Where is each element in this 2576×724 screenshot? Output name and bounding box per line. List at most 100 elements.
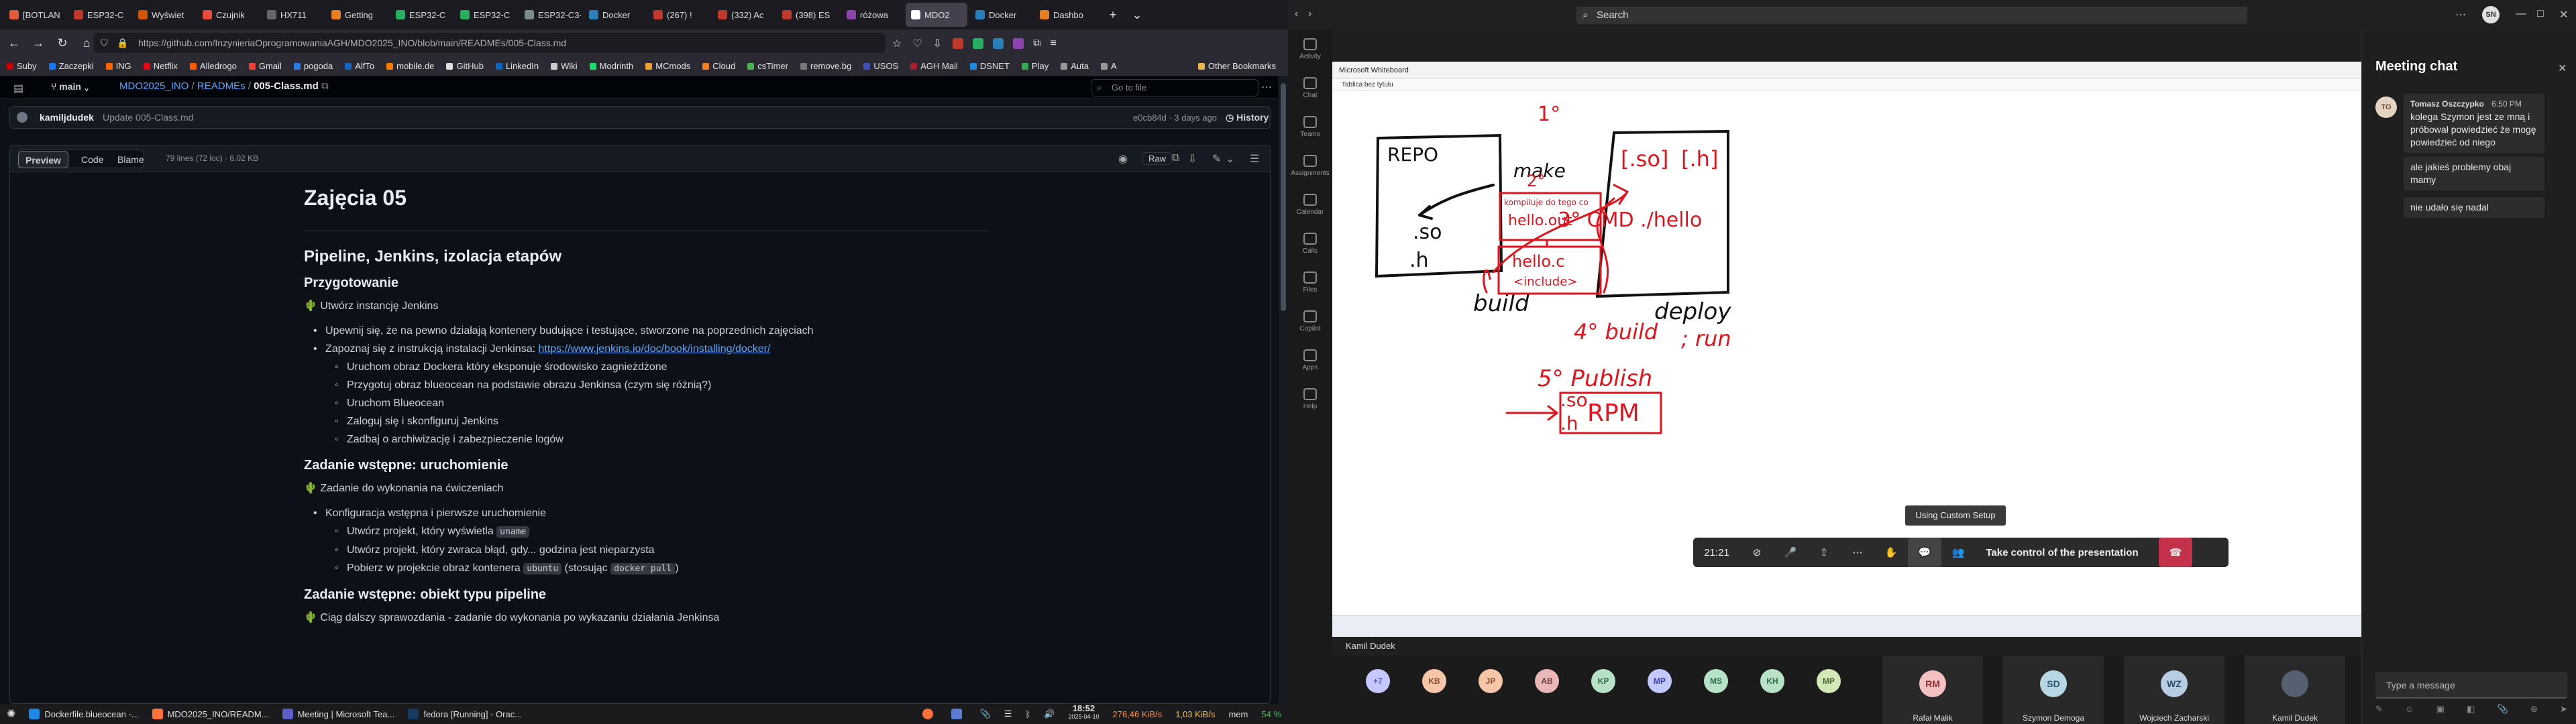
participant-avatar[interactable]: MP: [1648, 669, 1672, 693]
new-tab-button[interactable]: +: [1103, 5, 1123, 25]
history-button[interactable]: ◷ History: [1226, 112, 1269, 123]
extension-icon[interactable]: [973, 38, 984, 49]
browser-tab[interactable]: [BOTLAN: [4, 3, 66, 27]
browser-tab[interactable]: Docker: [584, 3, 645, 27]
rail-item[interactable]: Apps: [1288, 341, 1332, 379]
bookmark-item[interactable]: MCmods: [645, 61, 690, 71]
browser-tab[interactable]: (398) ES: [777, 3, 839, 27]
close-icon[interactable]: ✕: [2559, 8, 2568, 21]
bookmark-item[interactable]: Zaczepki: [48, 61, 94, 71]
bookmark-item[interactable]: GitHub: [446, 61, 484, 71]
search-input[interactable]: ⌕ Search: [1576, 7, 2247, 24]
bookmark-item[interactable]: Modrinth: [589, 61, 633, 71]
tab-list-chevron-icon[interactable]: ⌄: [1127, 5, 1147, 25]
tab-code[interactable]: Code: [74, 151, 110, 168]
tab-preview[interactable]: Preview: [18, 151, 68, 168]
other-bookmarks[interactable]: Other Bookmarks: [1197, 61, 1276, 71]
browser-tab[interactable]: (332) Ac: [712, 3, 774, 27]
bookmark-item[interactable]: mobile.de: [386, 61, 434, 71]
clock[interactable]: 18:52 2025-04-10: [1061, 704, 1106, 724]
whiteboard-canvas[interactable]: REPO make .so .h build deploy 1° [.so] […: [1332, 91, 2361, 615]
minimize-icon[interactable]: —: [2516, 8, 2526, 20]
shield-icon[interactable]: ⛉: [101, 33, 108, 53]
maximize-icon[interactable]: □: [2537, 8, 2544, 20]
rail-item[interactable]: Calls: [1288, 224, 1332, 263]
copy-path-icon[interactable]: ⧉: [321, 80, 329, 92]
browser-tab[interactable]: ESP32-C3-2: [519, 3, 581, 27]
bookmark-item[interactable]: csTimer: [747, 61, 788, 71]
sidebar-toggle-icon[interactable]: ▤: [13, 82, 23, 95]
close-icon[interactable]: ✕: [2558, 62, 2567, 75]
bookmark-item[interactable]: ING: [105, 61, 131, 71]
bookmark-item[interactable]: Wiki: [551, 61, 578, 71]
taskbar-window[interactable]: Meeting | Microsoft Tea...: [276, 704, 402, 724]
rail-item[interactable]: Copilot: [1288, 302, 1332, 341]
go-to-file-input[interactable]: ⌕ Go to file: [1091, 79, 1258, 97]
hang-up-icon[interactable]: ☎: [2159, 538, 2192, 567]
bookmark-item[interactable]: Netflix: [143, 61, 178, 71]
bluetooth-icon[interactable]: ᛒ: [1018, 704, 1037, 724]
more-icon[interactable]: ⋯: [1841, 538, 1874, 567]
outline-icon[interactable]: ☰: [1250, 152, 1259, 166]
rail-item[interactable]: Files: [1288, 263, 1332, 302]
taskbar-window[interactable]: Dockerfile.blueocean -...: [22, 704, 145, 724]
take-control-button[interactable]: Take control of the presentation: [1975, 538, 2149, 567]
avatar[interactable]: SN: [2482, 6, 2500, 23]
start-menu-icon[interactable]: ✺: [0, 704, 22, 724]
lock-icon[interactable]: 🔒: [117, 33, 128, 53]
bookmark-item[interactable]: DSNET: [969, 61, 1010, 71]
more-icon[interactable]: ⊕: [2530, 704, 2538, 717]
chat-icon[interactable]: 💬: [1908, 538, 1941, 567]
copilot-icon[interactable]: ◉: [1118, 152, 1128, 166]
participant-tile[interactable]: Kamil Dudek: [2245, 656, 2345, 724]
bookmark-item[interactable]: Auta: [1061, 61, 1089, 71]
bookmark-item[interactable]: Alledrogo: [189, 61, 237, 71]
emoji-icon[interactable]: ☺: [2405, 704, 2414, 717]
browser-tab[interactable]: (267) !: [648, 3, 710, 27]
browser-tab[interactable]: ESP32-C: [455, 3, 517, 27]
chevron-down-icon[interactable]: ⌄: [1226, 152, 1234, 166]
gif-icon[interactable]: ▣: [2436, 704, 2445, 717]
page-scrollbar[interactable]: [1279, 76, 1288, 704]
commit-author[interactable]: kamiljdudek: [40, 112, 94, 123]
mic-off-icon[interactable]: 🎤: [1774, 538, 1807, 567]
commit-message[interactable]: Update 005-Class.md: [103, 112, 193, 123]
reload-icon[interactable]: ↻: [52, 33, 72, 53]
bookmark-item[interactable]: AGH Mail: [910, 61, 958, 71]
bookmark-item[interactable]: AlfTo: [345, 61, 374, 71]
forward-icon[interactable]: →: [28, 33, 48, 53]
share-icon[interactable]: ⇧: [1807, 538, 1841, 567]
tab-blame[interactable]: Blame: [111, 151, 151, 168]
participant-avatar[interactable]: KH: [1760, 669, 1784, 693]
attach-icon[interactable]: 📎: [2498, 704, 2508, 717]
rail-item[interactable]: Calendar: [1288, 185, 1332, 224]
menu-icon[interactable]: ≡: [1051, 38, 1057, 50]
browser-tab[interactable]: MDO2: [906, 3, 967, 27]
taskbar-window[interactable]: MDO2025_INO/READM...: [146, 704, 276, 724]
rail-item[interactable]: Assignments: [1288, 146, 1332, 185]
raise-hand-icon[interactable]: ✋: [1874, 538, 1908, 567]
jenkins-link[interactable]: https://www.jenkins.io/doc/book/installi…: [538, 343, 770, 355]
participant-avatar[interactable]: JP: [1479, 669, 1503, 693]
browser-tab[interactable]: Docker: [970, 3, 1032, 27]
more-options-icon[interactable]: ⋯: [2455, 8, 2466, 21]
format-icon[interactable]: ✎: [2375, 704, 2383, 717]
rail-item[interactable]: Activity: [1288, 29, 1332, 68]
bookmark-item[interactable]: LinkedIn: [495, 61, 539, 71]
download-icon[interactable]: ⇩: [1188, 152, 1197, 166]
participant-avatar[interactable]: AB: [1535, 669, 1559, 693]
star-icon[interactable]: ☆: [892, 37, 902, 50]
bookmark-item[interactable]: Gmail: [248, 61, 282, 71]
bookmark-item[interactable]: Suby: [7, 61, 37, 71]
breadcrumb-repo[interactable]: MDO2025_INO: [119, 80, 189, 92]
bookmark-item[interactable]: Cloud: [702, 61, 735, 71]
extension-icon[interactable]: [993, 38, 1004, 49]
bookmark-item[interactable]: A: [1100, 61, 1117, 71]
tray-icon[interactable]: ☰: [998, 704, 1019, 724]
edit-pencil-icon[interactable]: ✎: [1212, 152, 1221, 166]
taskbar-window[interactable]: fedora [Running] - Orac...: [401, 704, 529, 724]
browser-tab[interactable]: Czujnik: [197, 3, 259, 27]
raw-button[interactable]: Raw: [1142, 152, 1173, 165]
extension-icon[interactable]: [1013, 38, 1024, 49]
camera-off-icon[interactable]: ⊘: [1740, 538, 1774, 567]
